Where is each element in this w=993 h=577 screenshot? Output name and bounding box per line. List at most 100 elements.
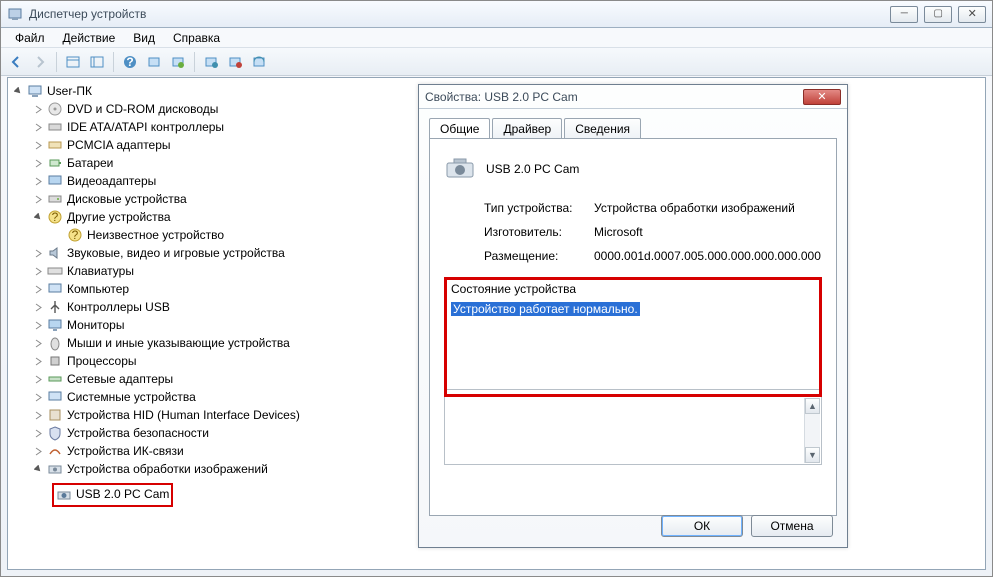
tree-item[interactable]: DVD и CD-ROM дисководы (67, 102, 218, 116)
tree-item[interactable]: PCMCIA адаптеры (67, 138, 171, 152)
forward-button[interactable] (29, 51, 51, 73)
tree-root-label[interactable]: User-ПК (47, 84, 92, 98)
ok-button[interactable]: ОК (661, 515, 743, 537)
tree-item[interactable]: Другие устройства (67, 210, 171, 224)
usb-icon (47, 299, 63, 315)
scrollbar[interactable]: ▲ ▼ (804, 398, 820, 463)
expand-icon[interactable] (32, 427, 44, 439)
tab-details[interactable]: Сведения (564, 118, 641, 139)
field-mfr-value: Microsoft (594, 225, 822, 239)
status-highlight: Состояние устройства Устройство работает… (444, 277, 822, 397)
scroll-down-button[interactable]: ▼ (805, 447, 820, 463)
tree-item[interactable]: Сетевые адаптеры (67, 372, 173, 386)
show-hidden-button[interactable] (62, 51, 84, 73)
disable-button[interactable] (224, 51, 246, 73)
highlighted-device: USB 2.0 PC Cam (52, 483, 173, 507)
tree-item[interactable]: Звуковые, видео и игровые устройства (67, 246, 285, 260)
tree-item[interactable]: Видеоадаптеры (67, 174, 156, 188)
expand-icon[interactable] (32, 175, 44, 187)
tree-item[interactable]: Контроллеры USB (67, 300, 170, 314)
sound-icon (47, 245, 63, 261)
maximize-button[interactable]: ▢ (924, 6, 952, 23)
tree-item[interactable]: Неизвестное устройство (87, 228, 224, 242)
tree-item[interactable]: Мониторы (67, 318, 124, 332)
expand-icon[interactable] (32, 157, 44, 169)
imaging-icon (47, 461, 63, 477)
system-icon (47, 389, 63, 405)
tree-item[interactable]: IDE ATA/ATAPI контроллеры (67, 120, 224, 134)
expand-icon[interactable] (32, 265, 44, 277)
scan-button[interactable] (143, 51, 165, 73)
uninstall-button[interactable] (200, 51, 222, 73)
expand-icon[interactable] (32, 355, 44, 367)
client-area: User-ПК DVD и CD-ROM дисководы IDE ATA/A… (7, 77, 986, 570)
enable-button[interactable] (248, 51, 270, 73)
expand-icon[interactable] (32, 103, 44, 115)
tree-item[interactable]: Системные устройства (67, 390, 196, 404)
menu-action[interactable]: Действие (55, 29, 124, 47)
device-tree[interactable]: User-ПК DVD и CD-ROM дисководы IDE ATA/A… (12, 82, 412, 565)
scroll-up-button[interactable]: ▲ (805, 398, 820, 414)
help-button[interactable]: ? (119, 51, 141, 73)
tree-item[interactable]: Дисковые устройства (67, 192, 187, 206)
collapse-icon[interactable] (32, 211, 44, 223)
back-button[interactable] (5, 51, 27, 73)
status-textbox-lower[interactable]: ▲ ▼ (444, 397, 822, 465)
field-loc-value: 0000.001d.0007.005.000.000.000.000.000 (594, 249, 822, 263)
battery-icon (47, 155, 63, 171)
close-button[interactable]: ✕ (958, 6, 986, 23)
dialog-tabs: Общие Драйвер Сведения (429, 118, 837, 139)
computer-icon (27, 83, 43, 99)
expand-icon[interactable] (32, 445, 44, 457)
expand-icon[interactable] (32, 319, 44, 331)
security-icon (47, 425, 63, 441)
tree-item[interactable]: Процессоры (67, 354, 137, 368)
field-loc-label: Размещение: (484, 249, 594, 263)
tree-item[interactable]: Клавиатуры (67, 264, 134, 278)
expand-icon[interactable] (32, 373, 44, 385)
tab-general[interactable]: Общие (429, 118, 490, 139)
unknown-device-icon: ? (67, 227, 83, 243)
tree-item[interactable]: Компьютер (67, 282, 129, 296)
properties-button[interactable] (86, 51, 108, 73)
tree-item[interactable]: Устройства безопасности (67, 426, 209, 440)
expand-icon[interactable] (32, 391, 44, 403)
collapse-icon[interactable] (32, 463, 44, 475)
tab-driver[interactable]: Драйвер (492, 118, 562, 139)
tree-item[interactable]: Устройства обработки изображений (67, 462, 268, 476)
dialog-title: Свойства: USB 2.0 PC Cam (425, 90, 803, 104)
status-textbox[interactable]: Устройство работает нормально. (447, 298, 819, 390)
keyboard-icon (47, 263, 63, 279)
update-driver-button[interactable] (167, 51, 189, 73)
expand-icon[interactable] (32, 409, 44, 421)
expand-icon[interactable] (32, 121, 44, 133)
cancel-button[interactable]: Отмена (751, 515, 833, 537)
dialog-close-button[interactable]: ✕ (803, 89, 841, 105)
menu-help[interactable]: Справка (165, 29, 228, 47)
tree-item-camera[interactable]: USB 2.0 PC Cam (76, 487, 169, 503)
expand-icon[interactable] (32, 139, 44, 151)
field-type-value: Устройства обработки изображений (594, 201, 822, 215)
expand-icon[interactable] (32, 337, 44, 349)
field-mfr-label: Изготовитель: (484, 225, 594, 239)
collapse-icon[interactable] (12, 85, 24, 97)
camera-icon (56, 487, 72, 503)
computer-icon (47, 281, 63, 297)
expand-icon[interactable] (32, 283, 44, 295)
titlebar: Диспетчер устройств ─ ▢ ✕ (1, 1, 992, 28)
disk-icon (47, 191, 63, 207)
menu-file[interactable]: Файл (7, 29, 53, 47)
tree-item[interactable]: Устройства ИК-связи (67, 444, 184, 458)
tree-item[interactable]: Мыши и иные указывающие устройства (67, 336, 290, 350)
field-type-label: Тип устройства: (484, 201, 594, 215)
expand-icon[interactable] (32, 247, 44, 259)
cpu-icon (47, 353, 63, 369)
tree-item[interactable]: Батареи (67, 156, 113, 170)
status-legend: Состояние устройства (447, 280, 819, 298)
dialog-titlebar: Свойства: USB 2.0 PC Cam ✕ (419, 85, 847, 109)
menu-view[interactable]: Вид (125, 29, 163, 47)
minimize-button[interactable]: ─ (890, 6, 918, 23)
expand-icon[interactable] (32, 301, 44, 313)
expand-icon[interactable] (32, 193, 44, 205)
tree-item[interactable]: Устройства HID (Human Interface Devices) (67, 408, 300, 422)
